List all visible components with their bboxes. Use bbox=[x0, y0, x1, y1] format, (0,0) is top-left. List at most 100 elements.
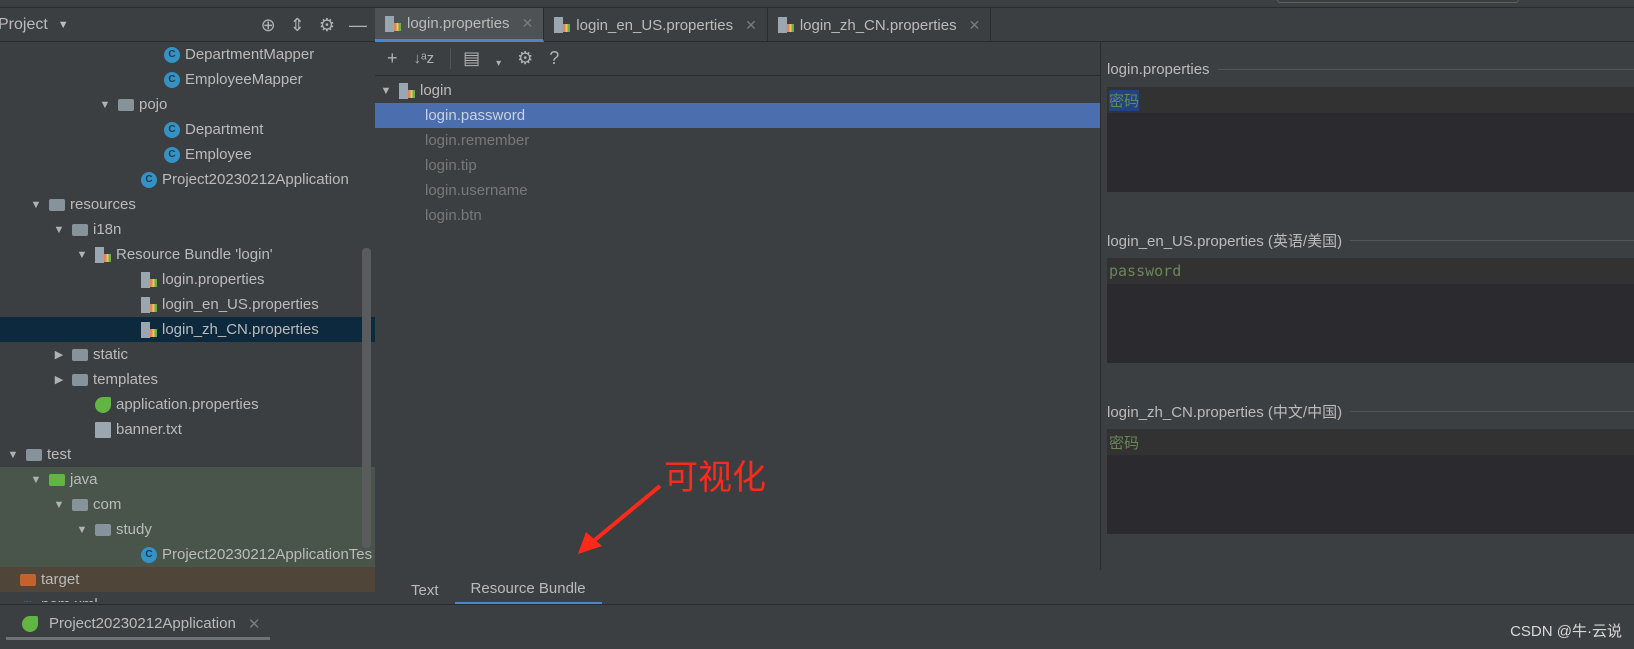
tree-item[interactable]: C Project20230212ApplicationTes bbox=[0, 542, 375, 567]
class-icon: C bbox=[164, 71, 180, 88]
run-tab-label: Project20230212Application bbox=[49, 615, 236, 632]
tree-item-label: study bbox=[116, 521, 152, 538]
tree-item[interactable]: login_zh_CN.properties bbox=[0, 317, 375, 342]
tree-item-label: Department bbox=[185, 121, 264, 138]
editor-tab[interactable]: login_zh_CN.properties ✕ bbox=[768, 8, 992, 42]
excluded-folder-icon bbox=[20, 573, 36, 586]
text-icon bbox=[95, 421, 111, 438]
bottom-tab[interactable]: Resource Bundle bbox=[454, 575, 602, 605]
value-file-label: login.properties bbox=[1107, 60, 1210, 78]
properties-icon bbox=[141, 296, 157, 313]
tree-item[interactable]: ▶ static bbox=[0, 342, 375, 367]
project-panel-header: Project ▼ ⊕ ⇕ ⚙ — bbox=[0, 8, 375, 42]
bundle-toolbar: + ↓ᵃz ▤ ▾ ⚙ ? bbox=[375, 42, 1100, 76]
tree-item-label: banner.txt bbox=[116, 421, 182, 438]
resources-folder-icon bbox=[49, 198, 65, 211]
separator bbox=[1350, 410, 1634, 412]
bundle-root[interactable]: ▼ login bbox=[375, 78, 1100, 103]
tree-item-label: DepartmentMapper bbox=[185, 46, 315, 63]
tree-item[interactable]: ▼ pojo bbox=[0, 92, 375, 117]
help-icon[interactable]: ? bbox=[549, 48, 559, 69]
expand-arrow-icon[interactable]: ▼ bbox=[75, 524, 89, 536]
editor-tabs: login.properties ✕ login_en_US.properties ✕… bbox=[375, 8, 1634, 42]
gear-icon[interactable]: ⚙ bbox=[319, 15, 335, 36]
expand-arrow-icon[interactable]: ▼ bbox=[29, 474, 43, 486]
expand-arrow-icon[interactable]: ▼ bbox=[98, 99, 112, 111]
editor-tab[interactable]: login_en_US.properties ✕ bbox=[544, 8, 768, 42]
value-text: 密码 bbox=[1109, 433, 1140, 452]
close-icon[interactable]: ✕ bbox=[522, 15, 534, 32]
close-icon[interactable]: ✕ bbox=[969, 17, 981, 34]
tree-item[interactable]: login.properties bbox=[0, 267, 375, 292]
tree-item[interactable]: ▼ test bbox=[0, 442, 375, 467]
dropdown-icon[interactable]: ▾ bbox=[496, 58, 501, 69]
bundle-key[interactable]: login.username bbox=[375, 178, 1100, 203]
group-icon[interactable]: ▤ bbox=[450, 48, 480, 69]
value-section: login_en_US.properties (英语/美国) password bbox=[1107, 230, 1634, 363]
properties-icon bbox=[141, 321, 157, 338]
editor-tab-label: login_en_US.properties bbox=[576, 16, 734, 34]
expand-arrow-icon[interactable]: ▼ bbox=[29, 199, 43, 211]
tree-item[interactable]: ▼ study bbox=[0, 517, 375, 542]
tree-item[interactable]: C EmployeeMapper bbox=[0, 67, 375, 92]
tree-item[interactable]: target bbox=[0, 567, 375, 592]
class-icon: C bbox=[141, 546, 157, 563]
tree-item[interactable]: ▶ templates bbox=[0, 367, 375, 392]
collapse-all-icon[interactable]: ⇕ bbox=[290, 15, 305, 36]
bottom-tab[interactable]: Text bbox=[395, 575, 455, 605]
tree-item[interactable]: m pom.xml bbox=[0, 592, 375, 602]
test-folder-icon bbox=[49, 473, 65, 486]
folder-icon bbox=[26, 448, 42, 461]
tree-scrollbar[interactable] bbox=[362, 248, 371, 548]
editor-tab[interactable]: login.properties ✕ bbox=[375, 8, 545, 42]
tree-item-label: target bbox=[41, 571, 80, 588]
value-editor[interactable]: 密码 bbox=[1107, 429, 1634, 534]
project-panel-title[interactable]: Project bbox=[0, 16, 48, 34]
tree-item[interactable]: C Employee bbox=[0, 142, 375, 167]
expand-arrow-icon[interactable]: ▼ bbox=[379, 85, 393, 97]
locate-icon[interactable]: ⊕ bbox=[261, 15, 276, 36]
close-icon[interactable]: ✕ bbox=[745, 17, 757, 34]
bundle-key[interactable]: login.tip bbox=[375, 153, 1100, 178]
folder-icon bbox=[72, 373, 88, 386]
tree-item[interactable]: ▼ resources bbox=[0, 192, 375, 217]
run-tab[interactable]: Project20230212Application ✕ bbox=[6, 610, 271, 640]
class-icon: C bbox=[164, 146, 180, 163]
minimize-icon[interactable]: — bbox=[349, 15, 367, 36]
search-field[interactable] bbox=[1277, 0, 1519, 3]
tree-item-label: login_en_US.properties bbox=[162, 296, 319, 313]
package-icon bbox=[95, 523, 111, 536]
expand-arrow-icon[interactable]: ▶ bbox=[52, 373, 66, 386]
tree-item-label: resources bbox=[70, 196, 136, 213]
bundle-key[interactable]: login.password bbox=[375, 103, 1101, 128]
tree-item[interactable]: ▼ com bbox=[0, 492, 375, 517]
tree-item[interactable]: ▼ i18n bbox=[0, 217, 375, 242]
tree-item[interactable]: C DepartmentMapper bbox=[0, 42, 375, 67]
tree-item[interactable]: banner.txt bbox=[0, 417, 375, 442]
tree-item[interactable]: C Project20230212Application bbox=[0, 167, 375, 192]
tree-item[interactable]: C Department bbox=[0, 117, 375, 142]
gear-icon[interactable]: ⚙ bbox=[517, 48, 533, 69]
tree-item[interactable]: ▼ java bbox=[0, 467, 375, 492]
add-icon[interactable]: + bbox=[387, 48, 398, 69]
value-editor[interactable]: 密码 bbox=[1107, 87, 1634, 192]
tree-item[interactable]: application.properties bbox=[0, 392, 375, 417]
bundle-root-label: login bbox=[420, 82, 452, 99]
tree-item-label: com bbox=[93, 496, 122, 513]
expand-arrow-icon[interactable]: ▼ bbox=[6, 449, 20, 461]
expand-arrow-icon[interactable]: ▼ bbox=[75, 249, 89, 261]
close-icon[interactable]: ✕ bbox=[248, 615, 261, 633]
properties-icon bbox=[554, 17, 571, 33]
bundle-key[interactable]: login.btn bbox=[375, 203, 1100, 228]
value-file-label: login_en_US.properties (英语/美国) bbox=[1107, 232, 1343, 250]
sort-alpha-icon[interactable]: ↓ᵃz bbox=[414, 50, 435, 67]
expand-arrow-icon[interactable]: ▶ bbox=[52, 348, 66, 361]
tree-item[interactable]: login_en_US.properties bbox=[0, 292, 375, 317]
chevron-down-icon[interactable]: ▼ bbox=[58, 19, 69, 31]
tree-item[interactable]: ▼ Resource Bundle 'login' bbox=[0, 242, 375, 267]
expand-arrow-icon[interactable]: ▼ bbox=[52, 499, 66, 511]
bundle-key[interactable]: login.remember bbox=[375, 128, 1100, 153]
value-editor[interactable]: password bbox=[1107, 258, 1634, 363]
folder-icon bbox=[72, 348, 88, 361]
expand-arrow-icon[interactable]: ▼ bbox=[52, 224, 66, 236]
